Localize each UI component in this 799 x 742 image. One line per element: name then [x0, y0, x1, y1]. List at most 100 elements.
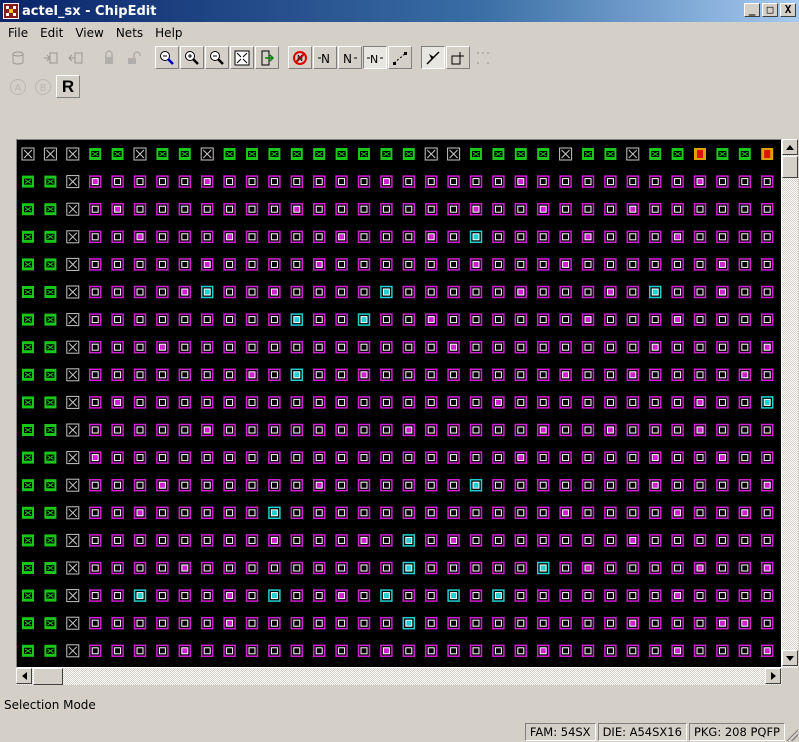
chip-cell[interactable] [380, 230, 393, 244]
chip-cell[interactable] [290, 589, 304, 602]
chip-cell[interactable] [223, 506, 236, 520]
chip-cell[interactable] [648, 368, 662, 382]
chip-cell[interactable] [537, 148, 550, 160]
chip-cell[interactable] [290, 258, 304, 271]
chip-cell[interactable] [469, 313, 483, 326]
chip-cell[interactable] [22, 203, 34, 216]
menu-help[interactable]: Help [149, 26, 188, 40]
chip-cell[interactable] [469, 534, 483, 547]
chip-cell[interactable] [88, 230, 102, 244]
chip-cell[interactable] [492, 148, 505, 160]
chip-cell[interactable] [178, 451, 192, 464]
chip-cell[interactable] [380, 616, 393, 630]
horizontal-scroll-thumb[interactable] [33, 668, 63, 685]
chip-cell[interactable] [626, 313, 640, 326]
chip-cell[interactable] [559, 202, 572, 216]
chip-cell[interactable] [156, 644, 169, 658]
chip-cell[interactable] [716, 340, 729, 354]
chip-cell[interactable] [156, 230, 169, 244]
chip-cell[interactable] [447, 340, 460, 354]
chip-cell[interactable] [245, 285, 259, 299]
chip-cell[interactable] [738, 202, 752, 216]
chip-cell[interactable] [559, 644, 572, 658]
chip-cell[interactable] [290, 534, 304, 547]
chip-cell[interactable] [156, 258, 169, 271]
menu-file[interactable]: File [2, 26, 34, 40]
chip-cell[interactable] [66, 644, 80, 658]
chip-cell[interactable] [693, 396, 707, 409]
chip-cell[interactable] [648, 561, 662, 575]
chip-cell[interactable] [111, 644, 124, 658]
chip-cell[interactable] [559, 478, 572, 492]
chip-cell[interactable] [581, 589, 595, 602]
chip-cell[interactable] [760, 202, 774, 216]
chip-cell[interactable] [604, 534, 617, 547]
chip-cell[interactable] [66, 175, 80, 189]
circle-a-button[interactable]: A [6, 75, 30, 98]
chip-cell[interactable] [22, 286, 34, 298]
chip-cell[interactable] [447, 478, 460, 492]
chip-cell[interactable] [133, 506, 147, 520]
chip-cell[interactable] [335, 148, 348, 160]
chip-cell[interactable] [738, 561, 752, 575]
chip-cell[interactable] [312, 202, 326, 216]
chip-cell[interactable] [693, 506, 707, 520]
chip-cell[interactable] [268, 368, 281, 382]
chip-cell[interactable] [559, 451, 572, 464]
chip-cell[interactable] [514, 340, 528, 354]
r-button[interactable]: R [56, 75, 80, 98]
chip-cell[interactable] [156, 148, 169, 160]
chip-cell[interactable] [671, 285, 684, 299]
chip-cell[interactable] [469, 202, 483, 216]
chip-cell[interactable] [760, 340, 774, 354]
zoom-in-button[interactable] [180, 46, 204, 69]
chip-cell[interactable] [66, 589, 80, 603]
chip-cell[interactable] [738, 534, 752, 547]
chip-cell[interactable] [133, 285, 147, 299]
chip-cell[interactable] [156, 589, 169, 602]
chip-cell[interactable] [200, 340, 214, 354]
chip-cell[interactable] [738, 148, 751, 160]
chip-cell[interactable] [380, 561, 393, 575]
chip-cell[interactable] [738, 616, 752, 630]
chip-cell[interactable] [693, 423, 707, 437]
chip-cell[interactable] [111, 616, 124, 630]
chip-cell[interactable] [648, 451, 662, 464]
chip-cell[interactable] [626, 147, 640, 161]
chip-cell[interactable] [760, 285, 774, 299]
chip-cell[interactable] [447, 396, 460, 409]
chip-cell[interactable] [88, 202, 102, 216]
chip-cell[interactable] [268, 340, 281, 354]
chip-cell[interactable] [111, 506, 124, 520]
chip-cell[interactable] [223, 258, 236, 271]
chip-cell[interactable] [156, 313, 169, 326]
unlock-button[interactable] [122, 46, 146, 69]
chip-cell[interactable] [716, 506, 729, 520]
chip-cell[interactable] [648, 230, 662, 244]
chip-grid-view[interactable] [16, 139, 782, 668]
chip-cell[interactable] [738, 506, 752, 520]
scroll-right-button[interactable] [765, 668, 781, 684]
chip-cell[interactable] [581, 313, 595, 326]
chip-cell[interactable] [22, 534, 34, 547]
chip-cell[interactable] [604, 313, 617, 326]
chip-cell[interactable] [581, 506, 595, 520]
chip-cell[interactable] [760, 175, 774, 188]
chip-cell[interactable] [44, 534, 57, 547]
scroll-up-button[interactable] [782, 139, 798, 155]
chip-cell[interactable] [604, 396, 617, 409]
chip-cell[interactable] [44, 644, 57, 657]
chip-cell[interactable] [66, 423, 80, 437]
chip-cell[interactable] [402, 534, 416, 547]
chip-cell[interactable] [178, 175, 192, 188]
chip-cell[interactable] [245, 230, 259, 244]
chip-cell[interactable] [492, 561, 505, 575]
chip-cell[interactable] [447, 202, 460, 216]
chip-cell[interactable] [424, 285, 438, 299]
chip-cell[interactable] [536, 285, 550, 299]
chip-cell[interactable] [22, 451, 34, 464]
chip-cell[interactable] [380, 534, 393, 547]
chip-cell[interactable] [178, 589, 192, 602]
chip-cell[interactable] [178, 313, 192, 326]
chip-cell[interactable] [469, 230, 483, 244]
